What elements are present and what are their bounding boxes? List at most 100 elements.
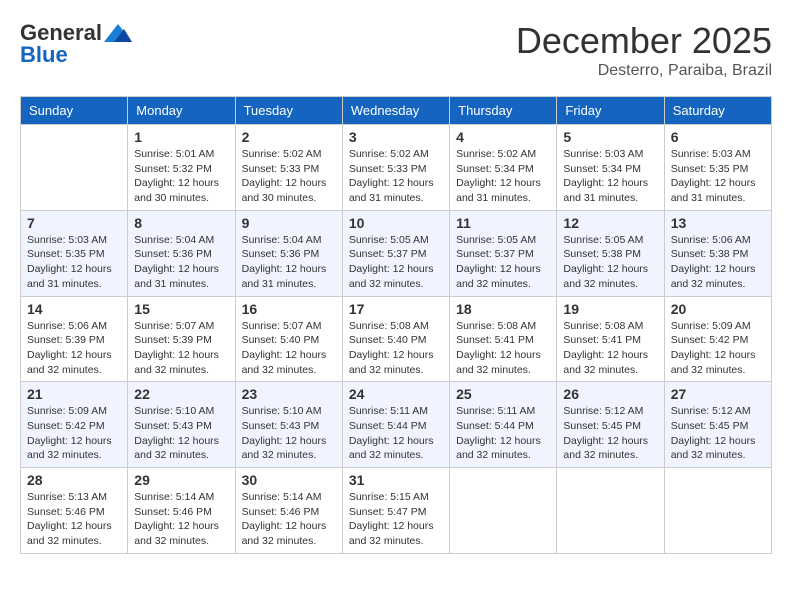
day-info: Sunrise: 5:10 AMSunset: 5:43 PMDaylight:… — [134, 405, 219, 461]
title-section: December 2025 Desterro, Paraiba, Brazil — [516, 20, 772, 80]
day-info: Sunrise: 5:06 AMSunset: 5:38 PMDaylight:… — [671, 234, 756, 290]
day-info: Sunrise: 5:03 AMSunset: 5:35 PMDaylight:… — [671, 148, 756, 204]
calendar-week-2: 7 Sunrise: 5:03 AMSunset: 5:35 PMDayligh… — [21, 210, 772, 296]
day-info: Sunrise: 5:11 AMSunset: 5:44 PMDaylight:… — [349, 405, 434, 461]
day-number: 9 — [242, 215, 336, 231]
calendar-cell: 13 Sunrise: 5:06 AMSunset: 5:38 PMDaylig… — [664, 210, 771, 296]
calendar-cell: 28 Sunrise: 5:13 AMSunset: 5:46 PMDaylig… — [21, 468, 128, 554]
calendar-cell — [450, 468, 557, 554]
day-number: 5 — [563, 129, 657, 145]
calendar-week-1: 1 Sunrise: 5:01 AMSunset: 5:32 PMDayligh… — [21, 125, 772, 211]
col-wednesday: Wednesday — [342, 97, 449, 125]
day-number: 7 — [27, 215, 121, 231]
day-info: Sunrise: 5:03 AMSunset: 5:34 PMDaylight:… — [563, 148, 648, 204]
calendar-cell: 24 Sunrise: 5:11 AMSunset: 5:44 PMDaylig… — [342, 382, 449, 468]
calendar-cell: 20 Sunrise: 5:09 AMSunset: 5:42 PMDaylig… — [664, 296, 771, 382]
day-number: 26 — [563, 386, 657, 402]
calendar-cell: 9 Sunrise: 5:04 AMSunset: 5:36 PMDayligh… — [235, 210, 342, 296]
day-number: 21 — [27, 386, 121, 402]
calendar-cell: 16 Sunrise: 5:07 AMSunset: 5:40 PMDaylig… — [235, 296, 342, 382]
day-info: Sunrise: 5:05 AMSunset: 5:37 PMDaylight:… — [349, 234, 434, 290]
day-number: 25 — [456, 386, 550, 402]
day-info: Sunrise: 5:04 AMSunset: 5:36 PMDaylight:… — [242, 234, 327, 290]
day-number: 3 — [349, 129, 443, 145]
calendar-cell: 7 Sunrise: 5:03 AMSunset: 5:35 PMDayligh… — [21, 210, 128, 296]
calendar-cell: 26 Sunrise: 5:12 AMSunset: 5:45 PMDaylig… — [557, 382, 664, 468]
calendar-cell: 2 Sunrise: 5:02 AMSunset: 5:33 PMDayligh… — [235, 125, 342, 211]
day-number: 18 — [456, 301, 550, 317]
day-number: 6 — [671, 129, 765, 145]
day-number: 24 — [349, 386, 443, 402]
day-number: 4 — [456, 129, 550, 145]
calendar-cell: 19 Sunrise: 5:08 AMSunset: 5:41 PMDaylig… — [557, 296, 664, 382]
col-saturday: Saturday — [664, 97, 771, 125]
day-number: 10 — [349, 215, 443, 231]
calendar-cell: 1 Sunrise: 5:01 AMSunset: 5:32 PMDayligh… — [128, 125, 235, 211]
day-number: 8 — [134, 215, 228, 231]
day-info: Sunrise: 5:02 AMSunset: 5:33 PMDaylight:… — [242, 148, 327, 204]
day-number: 23 — [242, 386, 336, 402]
day-number: 22 — [134, 386, 228, 402]
day-info: Sunrise: 5:01 AMSunset: 5:32 PMDaylight:… — [134, 148, 219, 204]
calendar-week-3: 14 Sunrise: 5:06 AMSunset: 5:39 PMDaylig… — [21, 296, 772, 382]
calendar-cell: 12 Sunrise: 5:05 AMSunset: 5:38 PMDaylig… — [557, 210, 664, 296]
calendar-cell: 15 Sunrise: 5:07 AMSunset: 5:39 PMDaylig… — [128, 296, 235, 382]
day-number: 20 — [671, 301, 765, 317]
day-number: 14 — [27, 301, 121, 317]
day-info: Sunrise: 5:09 AMSunset: 5:42 PMDaylight:… — [671, 320, 756, 376]
calendar-cell — [664, 468, 771, 554]
logo-icon — [104, 24, 132, 42]
day-info: Sunrise: 5:11 AMSunset: 5:44 PMDaylight:… — [456, 405, 541, 461]
day-info: Sunrise: 5:07 AMSunset: 5:39 PMDaylight:… — [134, 320, 219, 376]
month-title: December 2025 — [516, 20, 772, 62]
day-info: Sunrise: 5:15 AMSunset: 5:47 PMDaylight:… — [349, 491, 434, 547]
day-number: 11 — [456, 215, 550, 231]
logo-blue: Blue — [20, 42, 68, 68]
day-number: 31 — [349, 472, 443, 488]
col-thursday: Thursday — [450, 97, 557, 125]
day-info: Sunrise: 5:12 AMSunset: 5:45 PMDaylight:… — [563, 405, 648, 461]
calendar-cell: 5 Sunrise: 5:03 AMSunset: 5:34 PMDayligh… — [557, 125, 664, 211]
day-info: Sunrise: 5:08 AMSunset: 5:41 PMDaylight:… — [456, 320, 541, 376]
day-number: 1 — [134, 129, 228, 145]
day-info: Sunrise: 5:08 AMSunset: 5:40 PMDaylight:… — [349, 320, 434, 376]
location-subtitle: Desterro, Paraiba, Brazil — [516, 62, 772, 80]
calendar-header-row: Sunday Monday Tuesday Wednesday Thursday… — [21, 97, 772, 125]
day-info: Sunrise: 5:02 AMSunset: 5:33 PMDaylight:… — [349, 148, 434, 204]
day-number: 19 — [563, 301, 657, 317]
calendar-cell: 23 Sunrise: 5:10 AMSunset: 5:43 PMDaylig… — [235, 382, 342, 468]
col-friday: Friday — [557, 97, 664, 125]
day-info: Sunrise: 5:09 AMSunset: 5:42 PMDaylight:… — [27, 405, 112, 461]
day-info: Sunrise: 5:13 AMSunset: 5:46 PMDaylight:… — [27, 491, 112, 547]
day-number: 28 — [27, 472, 121, 488]
day-number: 12 — [563, 215, 657, 231]
calendar-cell: 14 Sunrise: 5:06 AMSunset: 5:39 PMDaylig… — [21, 296, 128, 382]
day-info: Sunrise: 5:07 AMSunset: 5:40 PMDaylight:… — [242, 320, 327, 376]
col-tuesday: Tuesday — [235, 97, 342, 125]
col-sunday: Sunday — [21, 97, 128, 125]
day-info: Sunrise: 5:05 AMSunset: 5:38 PMDaylight:… — [563, 234, 648, 290]
day-number: 15 — [134, 301, 228, 317]
day-info: Sunrise: 5:02 AMSunset: 5:34 PMDaylight:… — [456, 148, 541, 204]
page-header: General Blue December 2025 Desterro, Par… — [20, 20, 772, 80]
calendar-table: Sunday Monday Tuesday Wednesday Thursday… — [20, 96, 772, 554]
calendar-cell: 18 Sunrise: 5:08 AMSunset: 5:41 PMDaylig… — [450, 296, 557, 382]
calendar-cell: 10 Sunrise: 5:05 AMSunset: 5:37 PMDaylig… — [342, 210, 449, 296]
calendar-cell: 21 Sunrise: 5:09 AMSunset: 5:42 PMDaylig… — [21, 382, 128, 468]
day-info: Sunrise: 5:06 AMSunset: 5:39 PMDaylight:… — [27, 320, 112, 376]
calendar-cell: 6 Sunrise: 5:03 AMSunset: 5:35 PMDayligh… — [664, 125, 771, 211]
day-number: 2 — [242, 129, 336, 145]
day-info: Sunrise: 5:14 AMSunset: 5:46 PMDaylight:… — [134, 491, 219, 547]
calendar-cell: 22 Sunrise: 5:10 AMSunset: 5:43 PMDaylig… — [128, 382, 235, 468]
day-info: Sunrise: 5:04 AMSunset: 5:36 PMDaylight:… — [134, 234, 219, 290]
day-number: 29 — [134, 472, 228, 488]
logo: General Blue — [20, 20, 132, 68]
calendar-cell — [557, 468, 664, 554]
day-number: 17 — [349, 301, 443, 317]
calendar-cell: 3 Sunrise: 5:02 AMSunset: 5:33 PMDayligh… — [342, 125, 449, 211]
day-number: 13 — [671, 215, 765, 231]
day-info: Sunrise: 5:05 AMSunset: 5:37 PMDaylight:… — [456, 234, 541, 290]
calendar-cell: 30 Sunrise: 5:14 AMSunset: 5:46 PMDaylig… — [235, 468, 342, 554]
calendar-cell: 11 Sunrise: 5:05 AMSunset: 5:37 PMDaylig… — [450, 210, 557, 296]
day-info: Sunrise: 5:12 AMSunset: 5:45 PMDaylight:… — [671, 405, 756, 461]
